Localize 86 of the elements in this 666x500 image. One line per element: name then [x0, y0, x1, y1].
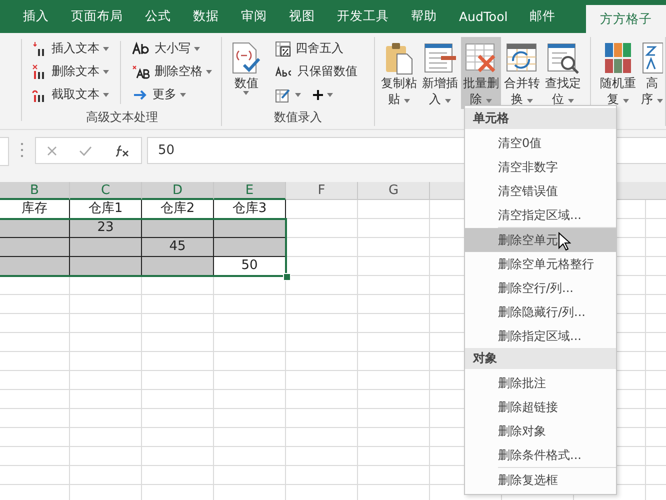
ribbon-button[interactable]: 批量删 除: [461, 37, 501, 109]
caret-icon: [103, 46, 110, 50]
menu-item[interactable]: 删除条件格式...: [465, 443, 616, 467]
document-check-icon: [230, 41, 262, 75]
ribbon-tab[interactable]: 数据: [182, 0, 230, 33]
table-cell: 仓库1: [70, 200, 142, 219]
column-header[interactable]: B: [0, 182, 70, 200]
menu-item[interactable]: 删除复选框: [465, 468, 616, 492]
ribbon-tab[interactable]: 插入: [12, 0, 60, 33]
ribbon-button[interactable]: 插入文本: [28, 37, 112, 60]
ribbon-button[interactable]: 复制粘 贴: [379, 37, 419, 109]
ribbon-button[interactable]: 更多: [129, 83, 216, 106]
letters-icon: [132, 64, 150, 80]
check-icon: [79, 146, 92, 156]
plus-icon: [313, 90, 324, 100]
percent-table-icon: [275, 40, 292, 56]
ribbon-tab[interactable]: 页面布局: [60, 0, 134, 33]
table-cell: 45: [142, 238, 214, 257]
ribbon-button[interactable]: 删除文本: [28, 60, 112, 83]
clipboard-icon: [383, 41, 415, 75]
caret-icon: [622, 99, 629, 103]
caret-icon: [243, 91, 250, 95]
ribbon-tab[interactable]: 开发工具: [326, 0, 400, 33]
ribbon-tab[interactable]: 方方格子: [586, 5, 666, 33]
ribbon-button[interactable]: 随机重 复: [598, 37, 638, 109]
caret-icon: [194, 46, 200, 50]
menu-item[interactable]: 删除隐藏行/列...: [465, 300, 616, 324]
caret-icon: [656, 99, 663, 103]
ribbon-tab[interactable]: 视图: [278, 0, 326, 33]
table-delete-icon: [464, 41, 498, 75]
insert-function-button[interactable]: [114, 144, 130, 158]
menu-item[interactable]: 删除批注: [465, 371, 616, 395]
menu-item[interactable]: 删除空单元格整行: [465, 252, 616, 276]
menu-item[interactable]: 清空错误值: [465, 179, 616, 203]
caret-icon: [206, 70, 212, 74]
caret-icon: [180, 92, 186, 96]
menu-item[interactable]: 删除超链接: [465, 395, 616, 419]
menu-item[interactable]: 删除空行/列...: [465, 276, 616, 300]
find-icon: [546, 41, 580, 75]
ribbon-button[interactable]: 截取文本: [28, 83, 112, 106]
caret-icon: [526, 99, 533, 103]
table-cell: 库存: [0, 200, 70, 219]
sort-icon: [641, 41, 663, 75]
letters-icon: [132, 40, 150, 56]
ribbon-button[interactable]: 只保留数值: [272, 60, 360, 83]
color-blocks-icon: [603, 41, 633, 75]
ribbon-tab[interactable]: 公式: [134, 0, 182, 33]
ribbon-button[interactable]: 四舍五入: [272, 37, 360, 60]
group-label: 高级文本处理: [84, 109, 159, 126]
caret-icon: [404, 99, 410, 103]
caret-icon: [103, 92, 110, 96]
fill-handle[interactable]: [283, 273, 291, 281]
menu-section-header: 对象: [465, 348, 616, 369]
mouse-pointer-icon: [558, 232, 571, 251]
caret-icon: [486, 99, 492, 103]
caret-icon: [444, 99, 451, 103]
ribbon-tab[interactable]: 邮件: [518, 0, 567, 33]
column-header[interactable]: E: [214, 182, 286, 200]
ribbon-tab[interactable]: AudTool: [448, 0, 519, 33]
table-cell: 仓库3: [214, 200, 286, 219]
edit-icon: [275, 86, 292, 102]
ribbon-tab[interactable]: 审阅: [230, 0, 278, 33]
value-button[interactable]: 数值: [228, 37, 264, 108]
ribbon-button[interactable]: 高 序: [639, 37, 665, 109]
menu-item[interactable]: 删除空单元: [465, 228, 616, 252]
ribbon-tab[interactable]: 帮助: [400, 0, 448, 33]
abc-icon: [275, 66, 294, 78]
ribbon-button[interactable]: 大小写: [129, 37, 216, 60]
caret-icon: [327, 92, 334, 96]
menu-item[interactable]: 清空指定区域...: [465, 203, 616, 227]
function-icon: [114, 144, 130, 158]
caret-icon: [103, 70, 110, 74]
table-cell: 23: [70, 219, 142, 238]
ribbon-button[interactable]: 新增插 入: [420, 37, 460, 109]
column-header[interactable]: C: [70, 182, 142, 200]
menu-item[interactable]: 删除对象: [465, 419, 616, 443]
table-cell: 仓库2: [142, 200, 214, 219]
caret-icon: [568, 99, 574, 103]
column-header[interactable]: D: [142, 182, 214, 200]
ribbon-button[interactable]: 删除空格: [129, 60, 216, 83]
caret-icon: [295, 92, 302, 96]
table-row-icon: [423, 41, 457, 75]
menu-item[interactable]: 删除指定区域...: [465, 324, 616, 348]
close-icon: [47, 146, 57, 156]
menu-section-header: 单元格: [465, 108, 616, 129]
group-label: 数值录入: [273, 109, 324, 126]
